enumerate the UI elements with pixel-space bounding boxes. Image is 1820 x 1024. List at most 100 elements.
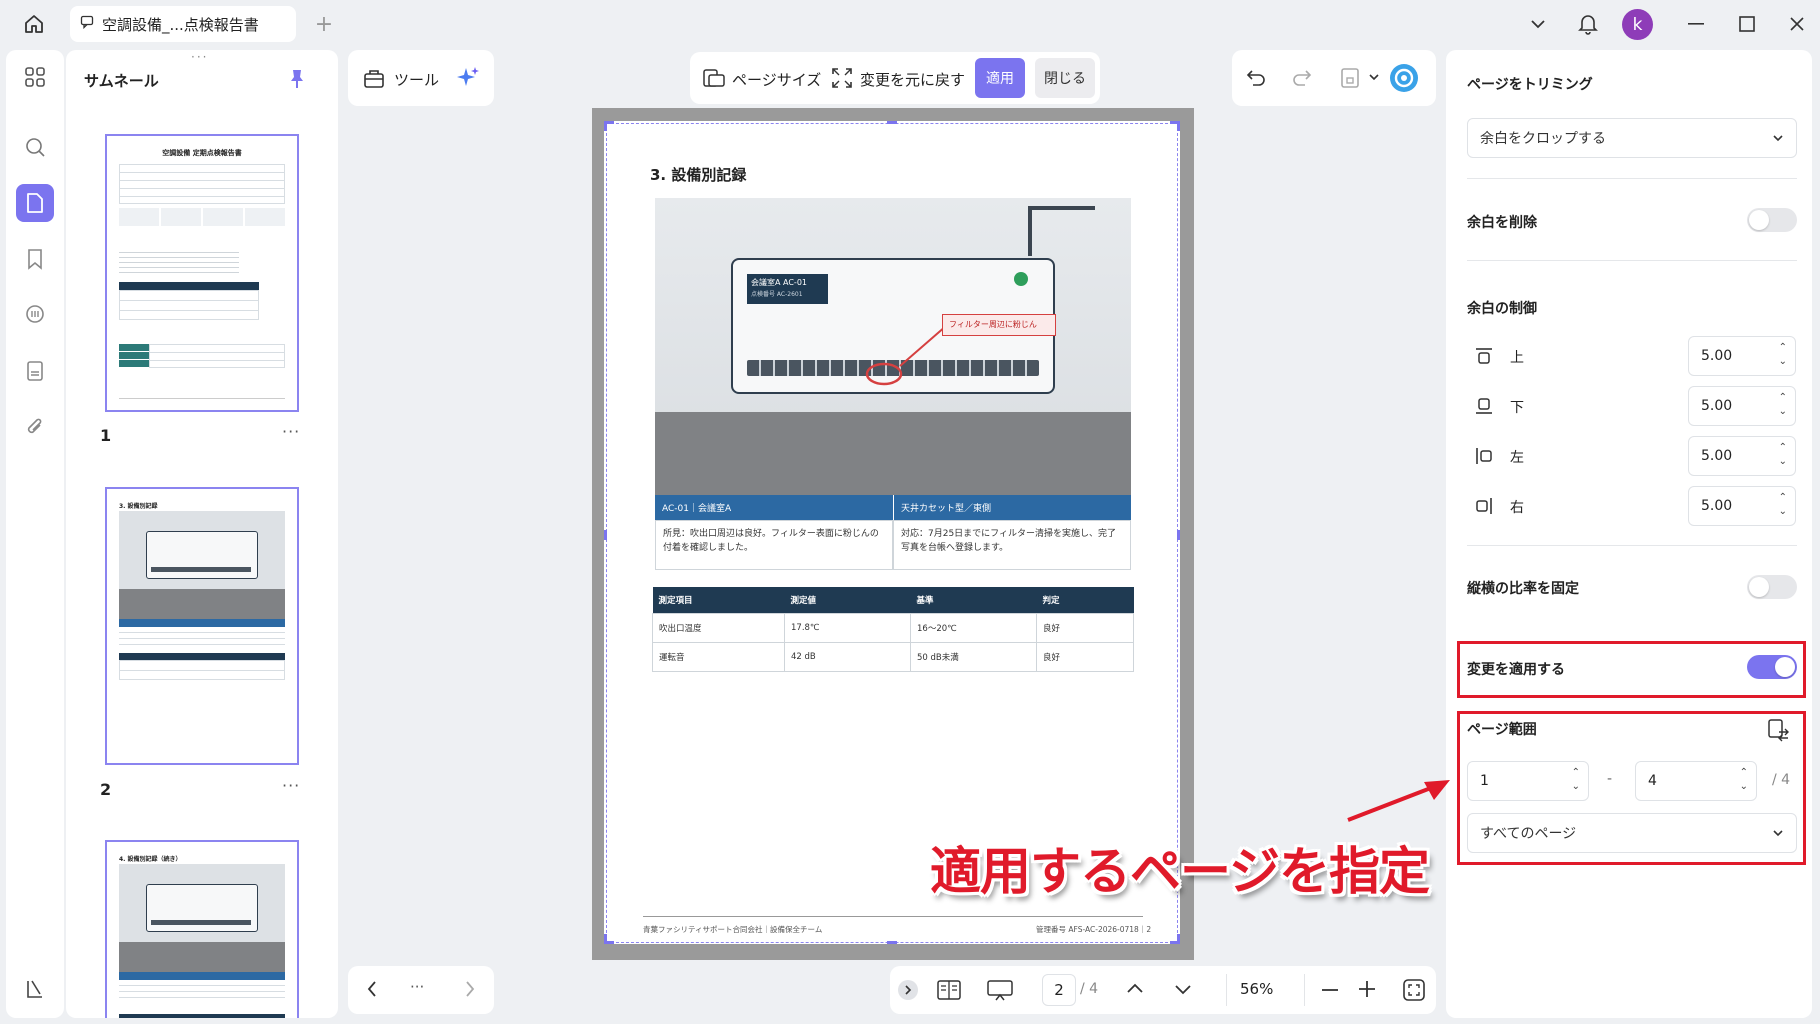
page-thumbnail[interactable]: 3. 設備別記録: [105, 487, 299, 765]
left-rail: [6, 50, 64, 1018]
apply-changes-label: 変更を適用する: [1467, 662, 1565, 678]
thumbnail-table-head: [119, 653, 285, 660]
avatar[interactable]: k: [1622, 9, 1653, 40]
attachment-icon[interactable]: [16, 408, 54, 446]
zoom-in-icon[interactable]: [1356, 978, 1378, 1004]
crop-mode-value: 余白をクロップする: [1480, 131, 1606, 147]
divider: [1467, 260, 1797, 261]
bookmark-icon[interactable]: [16, 240, 54, 278]
range-from-input[interactable]: 1 ⌃ ⌄: [1467, 761, 1589, 801]
page-up-icon[interactable]: [1126, 982, 1144, 998]
apply-changes-toggle[interactable]: [1747, 655, 1797, 679]
minimize-icon[interactable]: [1676, 4, 1716, 44]
page-size-label[interactable]: ページサイズ: [732, 69, 821, 90]
document-tab[interactable]: 空調設備_...点検報告書: [70, 6, 296, 42]
presentation-icon[interactable]: [986, 978, 1014, 1006]
page-thumbnail[interactable]: 空調設備 定期点検報告書: [105, 134, 299, 412]
close-icon[interactable]: [1777, 4, 1817, 44]
crop-handle[interactable]: [604, 121, 607, 131]
toggle-knob: [1775, 657, 1795, 677]
crop-handle[interactable]: [1177, 530, 1180, 540]
thumbnail-illustration: [119, 511, 285, 619]
expand-arrow-icon[interactable]: [898, 980, 918, 1000]
stepper-arrows-icon[interactable]: ⌃ ⌄: [1779, 391, 1787, 419]
page-navigation: ···: [348, 966, 494, 1014]
redo-icon[interactable]: [1290, 66, 1314, 94]
crop-rectangle[interactable]: [606, 123, 1178, 943]
margin-right-input[interactable]: 5.00 ⌃ ⌄: [1688, 486, 1796, 526]
thumbnail-table-body: [119, 980, 285, 998]
crop-handle[interactable]: [1177, 121, 1180, 131]
stepper-arrows-icon[interactable]: ⌃ ⌄: [1779, 441, 1787, 469]
comments-icon[interactable]: [16, 296, 54, 334]
document-list-icon[interactable]: [16, 352, 54, 390]
range-total: / 4: [1772, 772, 1791, 788]
crop-handle[interactable]: [604, 530, 607, 540]
chevron-down-icon: [1772, 130, 1784, 146]
margin-left-value: 5.00: [1701, 448, 1733, 464]
cloud-sync-icon[interactable]: [1388, 62, 1420, 98]
search-icon[interactable]: [16, 128, 54, 166]
page-thumbnail[interactable]: 4. 設備別記録（続き）: [105, 840, 299, 1018]
tab-title: 空調設備_...点検報告書: [102, 15, 259, 34]
current-page-input[interactable]: 2: [1042, 974, 1076, 1006]
margin-left-input[interactable]: 5.00 ⌃ ⌄: [1688, 436, 1796, 476]
range-to-input[interactable]: 4 ⌃ ⌄: [1635, 761, 1757, 801]
pin-icon[interactable]: [288, 68, 306, 94]
pages-icon[interactable]: [16, 184, 54, 222]
tools-label[interactable]: ツール: [394, 69, 439, 90]
page-range-swap-icon[interactable]: [1766, 718, 1790, 746]
undo-icon[interactable]: [1244, 66, 1268, 94]
thumbnail-table-head: [119, 972, 285, 980]
crop-handle[interactable]: [887, 941, 897, 944]
chevron-down-icon[interactable]: [1518, 4, 1558, 44]
margin-left-label: 左: [1510, 450, 1524, 466]
stepper-arrows-icon[interactable]: ⌃ ⌄: [1572, 766, 1580, 794]
crop-handle[interactable]: [887, 121, 897, 124]
stepper-arrows-icon[interactable]: ⌃ ⌄: [1779, 491, 1787, 519]
fit-page-icon[interactable]: [1402, 978, 1426, 1006]
margin-top-value: 5.00: [1701, 348, 1733, 364]
remove-margin-toggle[interactable]: [1747, 208, 1797, 232]
apply-button[interactable]: 適用: [975, 58, 1025, 98]
ai-sparkle-icon[interactable]: [454, 64, 482, 96]
thumbnail-more-icon[interactable]: ···: [282, 422, 300, 441]
zoom-level[interactable]: 56%: [1240, 980, 1273, 998]
apps-grid-icon[interactable]: [16, 58, 54, 96]
page-range-mode-select[interactable]: すべてのページ: [1467, 813, 1797, 853]
crop-handle[interactable]: [604, 934, 607, 944]
page-size-icon[interactable]: [702, 66, 726, 94]
stepper-arrows-icon[interactable]: ⌃ ⌄: [1740, 766, 1748, 794]
save-options-chevron-icon[interactable]: [1368, 70, 1380, 86]
crop-handle[interactable]: [1177, 934, 1180, 944]
crop-mode-select[interactable]: 余白をクロップする: [1467, 118, 1797, 158]
revert-fullscreen-icon[interactable]: [830, 66, 854, 94]
lock-ratio-label: 縦横の比率を固定: [1467, 581, 1579, 597]
margin-top-icon: [1474, 346, 1494, 370]
thumbnail-page-number: 1: [100, 426, 112, 445]
notification-bell-icon[interactable]: [1568, 4, 1608, 44]
page-down-icon[interactable]: [1174, 984, 1192, 1000]
previous-page-icon[interactable]: [366, 980, 378, 1002]
two-page-view-icon[interactable]: [936, 978, 962, 1006]
more-icon[interactable]: ···: [410, 978, 424, 996]
save-icon[interactable]: [1338, 66, 1362, 94]
next-page-icon[interactable]: [464, 980, 476, 1002]
home-icon[interactable]: [14, 4, 54, 44]
thumbnail-panel: ··· サムネール 空調設備 定期点検報告書 1 ··· 3. 設備別記録 2 …: [66, 50, 338, 1018]
drag-handle-icon[interactable]: ···: [191, 50, 208, 64]
lock-ratio-toggle[interactable]: [1747, 575, 1797, 599]
thumbnail-more-icon[interactable]: ···: [282, 776, 300, 795]
revert-changes-label[interactable]: 変更を元に戻す: [860, 69, 965, 90]
margin-bottom-input[interactable]: 5.00 ⌃ ⌄: [1688, 386, 1796, 426]
toolbox-icon[interactable]: [362, 66, 386, 94]
sidebar-toggle-icon[interactable]: [16, 970, 54, 1008]
new-tab-icon[interactable]: +: [304, 4, 344, 44]
thumbnail-table-body: [119, 627, 285, 645]
close-button[interactable]: 閉じる: [1035, 58, 1095, 98]
zoom-out-icon[interactable]: [1304, 980, 1356, 1004]
margin-top-input[interactable]: 5.00 ⌃ ⌄: [1688, 336, 1796, 376]
thumbnail-table-body: [119, 290, 259, 320]
maximize-icon[interactable]: [1727, 4, 1767, 44]
stepper-arrows-icon[interactable]: ⌃ ⌄: [1779, 341, 1787, 369]
